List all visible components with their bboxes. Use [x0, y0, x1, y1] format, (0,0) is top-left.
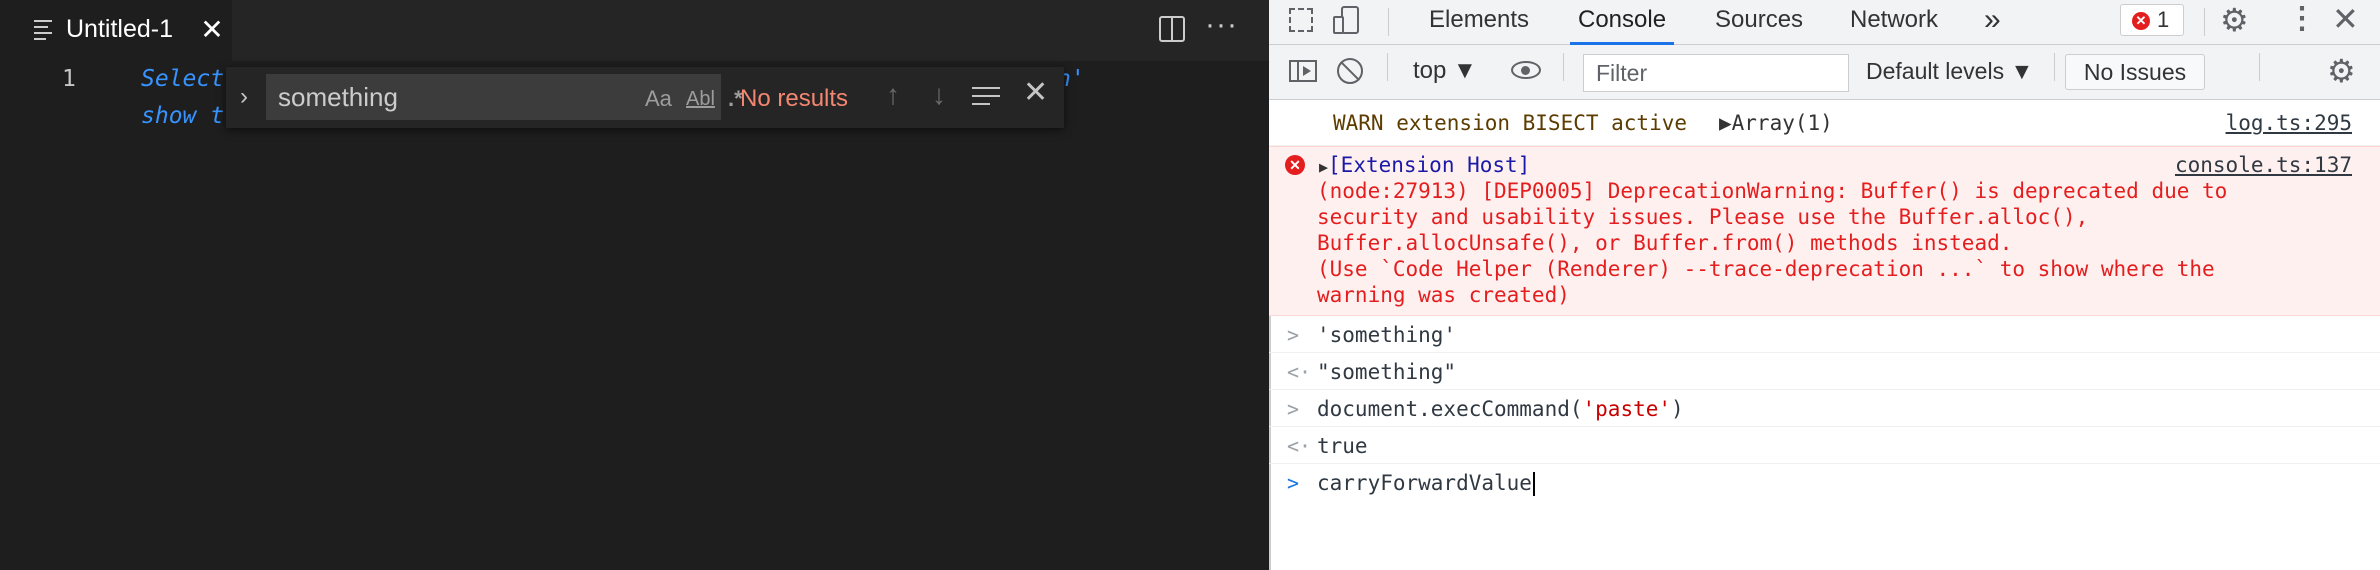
- tab-elements[interactable]: Elements: [1429, 0, 1529, 44]
- entry-text: document.execCommand('paste'): [1317, 397, 1684, 421]
- prompt-chevron-icon: >: [1287, 471, 1300, 495]
- editor-tab-bar: Untitled-1 ✕ ···: [0, 0, 1269, 61]
- entry-text: "something": [1317, 360, 1457, 384]
- match-case-icon[interactable]: Aa: [645, 87, 672, 111]
- previous-match-icon[interactable]: ↑: [886, 81, 900, 109]
- error-icon: ✕: [1285, 155, 1305, 175]
- find-status: No results: [740, 85, 849, 112]
- expandable-array[interactable]: ▶Array(1): [1719, 110, 1833, 136]
- devtools-toolbar: Elements Console Sources Network » ✕ 1 ⚙…: [1269, 0, 2380, 45]
- output-chevron-icon: <·: [1287, 434, 1312, 458]
- error-count: 1: [2157, 7, 2170, 32]
- entry-text: 'something': [1317, 323, 1457, 347]
- settings-icon[interactable]: ⚙: [2220, 4, 2249, 36]
- find-input-value: something: [278, 82, 398, 112]
- entry-text: true: [1317, 434, 1368, 458]
- tab-network[interactable]: Network: [1850, 0, 1938, 44]
- console-output-entry: <· "something": [1269, 353, 2380, 390]
- code-line-1[interactable]: Select: [141, 66, 224, 92]
- whole-word-icon[interactable]: Abl: [686, 87, 715, 111]
- clear-console-icon[interactable]: [1337, 58, 1363, 84]
- show-sidebar-icon[interactable]: [1289, 60, 1317, 82]
- tab-console[interactable]: Console: [1569, 0, 1675, 45]
- console-prompt[interactable]: > carryForwardValue: [1269, 464, 2380, 504]
- toggle-replace-icon[interactable]: ›: [240, 85, 248, 109]
- toolbar-separator: [2054, 53, 2055, 81]
- text-file-icon: [34, 20, 52, 40]
- warning-text: WARN extension BISECT active: [1333, 111, 1688, 135]
- text-caret: [1532, 472, 1535, 496]
- console-settings-icon[interactable]: ⚙: [2327, 55, 2356, 87]
- filter-placeholder: Filter: [1596, 60, 1648, 86]
- more-actions-icon[interactable]: ···: [1205, 10, 1238, 40]
- devtools-pane: Elements Console Sources Network » ✕ 1 ⚙…: [1269, 0, 2380, 570]
- console-input-entry: > document.execCommand('paste'): [1269, 390, 2380, 427]
- editor-tab[interactable]: Untitled-1 ✕: [0, 0, 232, 61]
- input-chevron-icon: >: [1287, 397, 1300, 421]
- close-tab-icon[interactable]: ✕: [198, 16, 226, 44]
- error-icon: ✕: [2132, 12, 2150, 30]
- find-in-selection-icon[interactable]: [972, 87, 1000, 111]
- editor-pane: Untitled-1 ✕ ··· 1 Select n' show t › so…: [0, 0, 1269, 570]
- next-match-icon[interactable]: ↓: [932, 81, 946, 109]
- device-toolbar-icon[interactable]: [1333, 6, 1361, 36]
- live-expression-icon[interactable]: [1511, 61, 1541, 79]
- inspect-element-icon[interactable]: [1289, 8, 1313, 32]
- console-warning-message: WARN extension BISECT active ▶Array(1) l…: [1269, 100, 2380, 146]
- console-filter-bar: top ▼ Filter Default levels ▼ No Issues …: [1269, 45, 2380, 100]
- tab-title: Untitled-1: [66, 15, 173, 43]
- console-input-entry: > 'something': [1269, 316, 2380, 353]
- tab-sources[interactable]: Sources: [1715, 0, 1803, 44]
- find-widget: › something Aa Abl .* No results ↑ ↓ ✕: [226, 67, 1064, 128]
- source-link[interactable]: log.ts:295: [2226, 110, 2352, 136]
- toolbar-separator: [1388, 8, 1389, 36]
- customize-menu-icon[interactable]: ⋮: [2287, 4, 2317, 34]
- toolbar-separator: [2259, 53, 2260, 81]
- source-link[interactable]: console.ts:137: [2175, 152, 2352, 178]
- error-header[interactable]: ▶[Extension Host]: [1319, 152, 1530, 180]
- input-chevron-icon: >: [1287, 323, 1300, 347]
- close-devtools-icon[interactable]: ✕: [2332, 2, 2359, 36]
- filter-input[interactable]: Filter: [1583, 54, 1849, 92]
- toolbar-separator: [2204, 8, 2205, 36]
- find-input[interactable]: something Aa Abl .*: [266, 74, 743, 120]
- context-selector[interactable]: top ▼: [1413, 57, 1477, 85]
- console-input[interactable]: carryForwardValue: [1317, 470, 1535, 496]
- console-error-message: ✕ ▶[Extension Host] console.ts:137 (node…: [1269, 146, 2380, 316]
- error-text: (node:27913) [DEP0005] DeprecationWarnin…: [1317, 179, 2228, 307]
- issues-button[interactable]: No Issues: [2065, 54, 2205, 90]
- split-editor-icon[interactable]: [1159, 16, 1185, 42]
- error-header-text: [Extension Host]: [1328, 153, 1531, 177]
- error-count-badge[interactable]: ✕ 1: [2120, 4, 2184, 36]
- log-levels-dropdown[interactable]: Default levels ▼: [1866, 57, 2033, 85]
- more-tabs-icon[interactable]: »: [1984, 2, 2001, 38]
- output-chevron-icon: <·: [1287, 360, 1312, 384]
- toolbar-separator: [1387, 53, 1388, 81]
- line-number: 1: [62, 66, 76, 92]
- close-find-icon[interactable]: ✕: [1023, 78, 1048, 108]
- code-line-2[interactable]: show t: [141, 103, 224, 129]
- toolbar-separator: [1563, 53, 1564, 81]
- console-output-entry: <· true: [1269, 427, 2380, 464]
